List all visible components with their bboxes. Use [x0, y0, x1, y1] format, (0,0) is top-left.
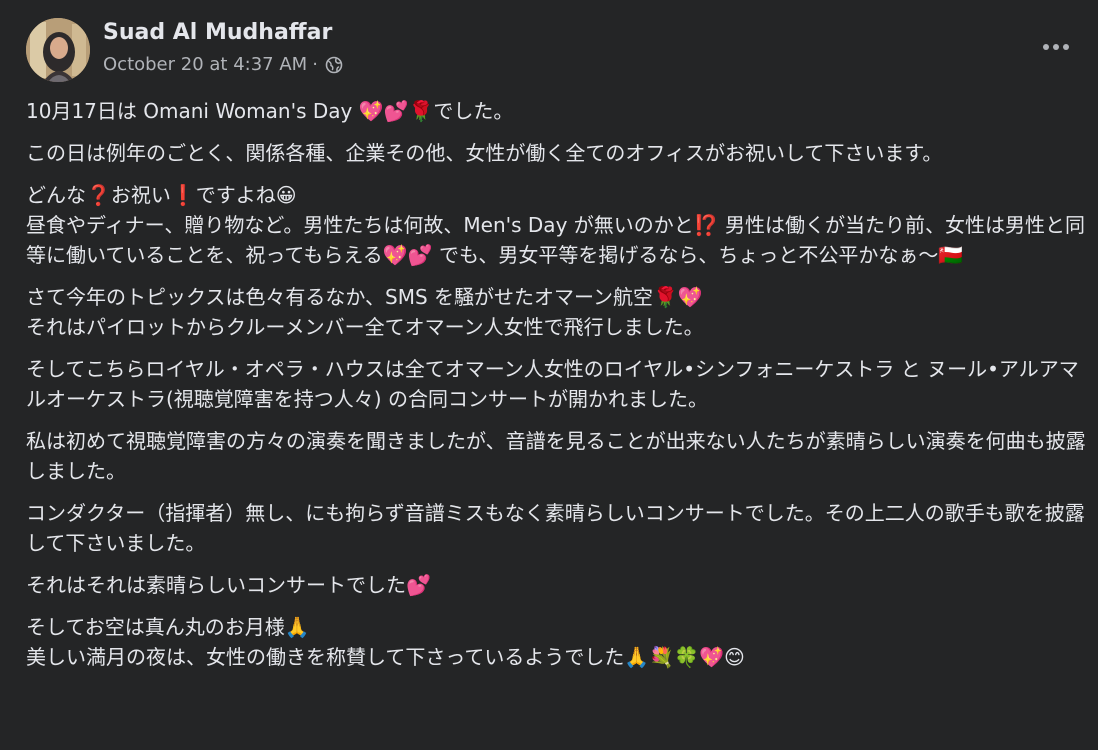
- facebook-post: Suad Al Mudhaffar October 20 at 4:37 AM …: [0, 0, 1098, 750]
- post-paragraph: どんな❓お祝い❗ですよね😀 昼食やディナー、贈り物など。男性たちは何故、Men'…: [26, 183, 1086, 267]
- post-paragraph: それはそれは素晴らしいコンサートでした💕: [26, 573, 431, 597]
- post-header: Suad Al Mudhaffar October 20 at 4:37 AM …: [26, 18, 1078, 82]
- post-timestamp[interactable]: October 20 at 4:37 AM: [103, 54, 307, 75]
- author-name[interactable]: Suad Al Mudhaffar: [103, 20, 332, 45]
- avatar-image: [26, 18, 90, 82]
- more-options-icon: [1043, 44, 1069, 50]
- post-body: 10月17日は Omani Woman's Day 💖💕🌹でした。 この日は例年…: [26, 96, 1092, 684]
- post-paragraph: コンダクター（指揮者）無し、にも拘らず音譜ミスもなく素晴らしいコンサートでした。…: [26, 501, 1085, 555]
- post-paragraph: そしてこちらロイヤル・オペラ・ハウスは全てオマーン人女性のロイヤル•シンフォニー…: [26, 357, 1079, 411]
- post-paragraph: 10月17日は Omani Woman's Day 💖💕🌹でした。: [26, 99, 514, 123]
- meta-separator: ·: [312, 54, 318, 75]
- post-paragraph: さて今年のトピックスは色々有るなか、SMS を騒がせたオマーン航空🌹💖 それはパ…: [26, 285, 704, 339]
- post-paragraph: この日は例年のごとく、関係各種、企業その他、女性が働く全てのオフィスがお祝いして…: [26, 141, 943, 165]
- avatar[interactable]: [26, 18, 90, 82]
- post-paragraph: そしてお空は真ん丸のお月様🙏 美しい満月の夜は、女性の働きを称賛して下さっている…: [26, 615, 745, 669]
- post-meta: October 20 at 4:37 AM ·: [103, 54, 343, 75]
- post-paragraph: 私は初めて視聴覚障害の方々の演奏を聞きましたが、音譜を見ることが出来ない人たちが…: [26, 429, 1086, 483]
- globe-icon[interactable]: [325, 56, 343, 74]
- more-options-button[interactable]: [1034, 30, 1078, 64]
